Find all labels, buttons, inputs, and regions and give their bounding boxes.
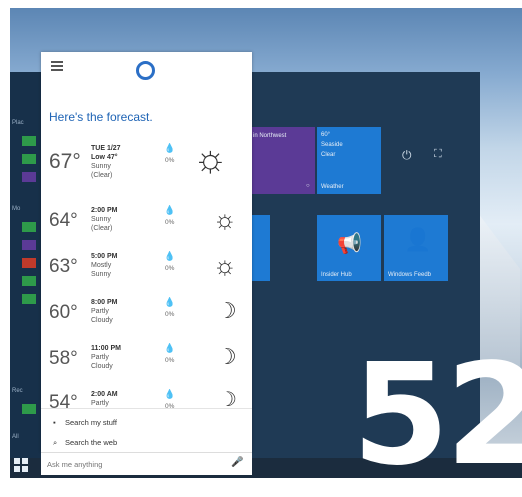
tile-weather-cond: Clear (321, 152, 336, 158)
feedback-person-icon: 👤 (404, 227, 432, 252)
most-item-5-icon[interactable] (22, 294, 36, 304)
page-number: 52 (352, 334, 522, 497)
forecast-headline: Here's the forecast. (49, 110, 153, 124)
forecast-row[interactable]: 58° 11:00 PM Partly Cloudy 💧 0% ☽ (41, 340, 252, 385)
forecast-condition: Partly (91, 308, 109, 315)
forecast-condition: Mostly (91, 262, 112, 269)
tile-insider-hub[interactable]: 📢 Insider Hub (317, 215, 381, 281)
forecast-time: TUE 1/27 (91, 145, 121, 152)
places-item-3-icon[interactable] (22, 172, 36, 182)
forecast-condition: Sunny (91, 216, 111, 223)
raindrop-icon: 💧 (164, 251, 176, 261)
forecast-time: 8:00 PM (91, 299, 118, 306)
most-item-4-icon[interactable] (22, 276, 36, 286)
raindrop-icon: 💧 (164, 343, 176, 353)
microphone-icon[interactable]: 🎤 (231, 457, 243, 468)
power-icon[interactable]: ⏻ (402, 148, 412, 163)
sun-icon: ☼ (193, 138, 228, 180)
forecast-info: TUE 1/27 Low 47° Sunny (Clear) (91, 144, 121, 180)
forecast-row[interactable]: 67° TUE 1/27 Low 47° Sunny (Clear) 💧 0% … (41, 140, 252, 185)
tile-weather-place: Seaside (321, 142, 343, 148)
tile-weather[interactable]: 60° Seaside Clear Weather (317, 127, 381, 194)
forecast-row[interactable]: 63° 5:00 PM Mostly Sunny 💧 0% ☼ (41, 248, 252, 293)
tile-windows-feedback[interactable]: 👤 Windows Feedb (384, 215, 448, 281)
precip-percent: 0% (165, 265, 175, 272)
precip-percent: 0% (165, 357, 175, 364)
tile-weather-name: Weather (321, 184, 344, 190)
raindrop-icon: 💧 (164, 143, 176, 153)
raindrop-icon: 💧 (164, 297, 176, 307)
forecast-time: 11:00 PM (91, 345, 121, 352)
windows-small-icon: ▪ (53, 418, 56, 427)
most-item-2-icon[interactable] (22, 240, 36, 250)
forecast-condition: Sunny (91, 163, 111, 170)
moon-icon: ☽ (217, 344, 237, 369)
forecast-detail: (Clear) (91, 225, 113, 232)
tile-weather-temp: 60° (321, 132, 331, 138)
recent-label: Rec (12, 388, 23, 394)
forecast-info: 11:00 PM Partly Cloudy (91, 344, 121, 371)
forecast-temp: 64° (49, 210, 78, 231)
cortana-ring-icon (136, 61, 155, 80)
forecast-temp: 54° (49, 392, 78, 413)
forecast-condition: Partly (91, 354, 109, 361)
forecast-info: 2:00 PM Sunny (Clear) (91, 206, 117, 233)
forecast-detail: Cloudy (91, 363, 113, 370)
tile-news-label: in Northwest (253, 133, 287, 139)
places-item-2-icon[interactable] (22, 154, 36, 164)
megaphone-icon: 📢 (337, 233, 362, 255)
ask-me-anything-input[interactable] (45, 456, 219, 472)
most-item-3-icon[interactable] (22, 258, 36, 268)
sun-icon: ☼ (213, 250, 237, 280)
forecast-detail: Cloudy (91, 317, 113, 324)
search-my-stuff-button[interactable]: ▪ Search my stuff (53, 418, 117, 427)
most-item-1-icon[interactable] (22, 222, 36, 232)
most-used-label: Mo (12, 206, 21, 212)
tile-news-dot-icon: ○ (306, 183, 310, 189)
forecast-row[interactable]: 64° 2:00 PM Sunny (Clear) 💧 0% ☼ (41, 202, 252, 247)
ask-box: 🎤 (41, 452, 252, 475)
tile-feedback-label: Windows Feedb (388, 272, 432, 278)
forecast-temp: 63° (49, 256, 78, 277)
places-label: Plac (12, 120, 24, 126)
search-my-stuff-label: Search my stuff (65, 418, 117, 427)
forecast-detail: (Clear) (91, 172, 113, 179)
precip-percent: 0% (165, 157, 175, 164)
places-item-1-icon[interactable] (22, 136, 36, 146)
tile-news[interactable]: in Northwest ○ (250, 127, 315, 194)
sun-icon: ☼ (213, 204, 237, 234)
precip-percent: 0% (165, 219, 175, 226)
forecast-info: 5:00 PM Mostly Sunny (91, 252, 117, 279)
cortana-panel: Here's the forecast. 67° TUE 1/27 Low 47… (41, 52, 252, 452)
forecast-detail: Sunny (91, 271, 111, 278)
forecast-temp: 67° (49, 150, 81, 173)
forecast-temp: 58° (49, 348, 78, 369)
moon-icon: ☽ (219, 389, 237, 411)
forecast-info: 2:00 AM Partly (91, 390, 118, 408)
search-icon: ⌕ (53, 438, 58, 447)
forecast-row[interactable]: 60° 8:00 PM Partly Cloudy 💧 0% ☽ (41, 294, 252, 339)
expand-icon[interactable]: ⛶ (434, 148, 442, 161)
moon-icon: ☽ (217, 298, 237, 323)
search-the-web-button[interactable]: ⌕ Search the web (53, 438, 117, 448)
forecast-info: 8:00 PM Partly Cloudy (91, 298, 117, 325)
forecast-low: Low 47° (91, 154, 118, 161)
panel-divider (41, 408, 252, 409)
all-apps-label[interactable]: All (12, 434, 19, 440)
search-the-web-label: Search the web (65, 438, 118, 447)
forecast-time: 5:00 PM (91, 253, 118, 260)
forecast-temp: 60° (49, 302, 78, 323)
tile-app[interactable] (250, 215, 270, 281)
tile-insider-label: Insider Hub (321, 272, 352, 278)
start-left-column: Plac Mo Rec All (10, 72, 42, 478)
forecast-time: 2:00 PM (91, 207, 118, 214)
raindrop-icon: 💧 (164, 389, 176, 399)
precip-percent: 0% (165, 311, 175, 318)
hamburger-menu-icon[interactable] (51, 61, 63, 73)
forecast-condition: Partly (91, 400, 109, 407)
recent-item-icon[interactable] (22, 404, 36, 414)
windows-start-icon[interactable] (14, 458, 28, 472)
raindrop-icon: 💧 (164, 205, 176, 215)
forecast-time: 2:00 AM (91, 391, 118, 398)
